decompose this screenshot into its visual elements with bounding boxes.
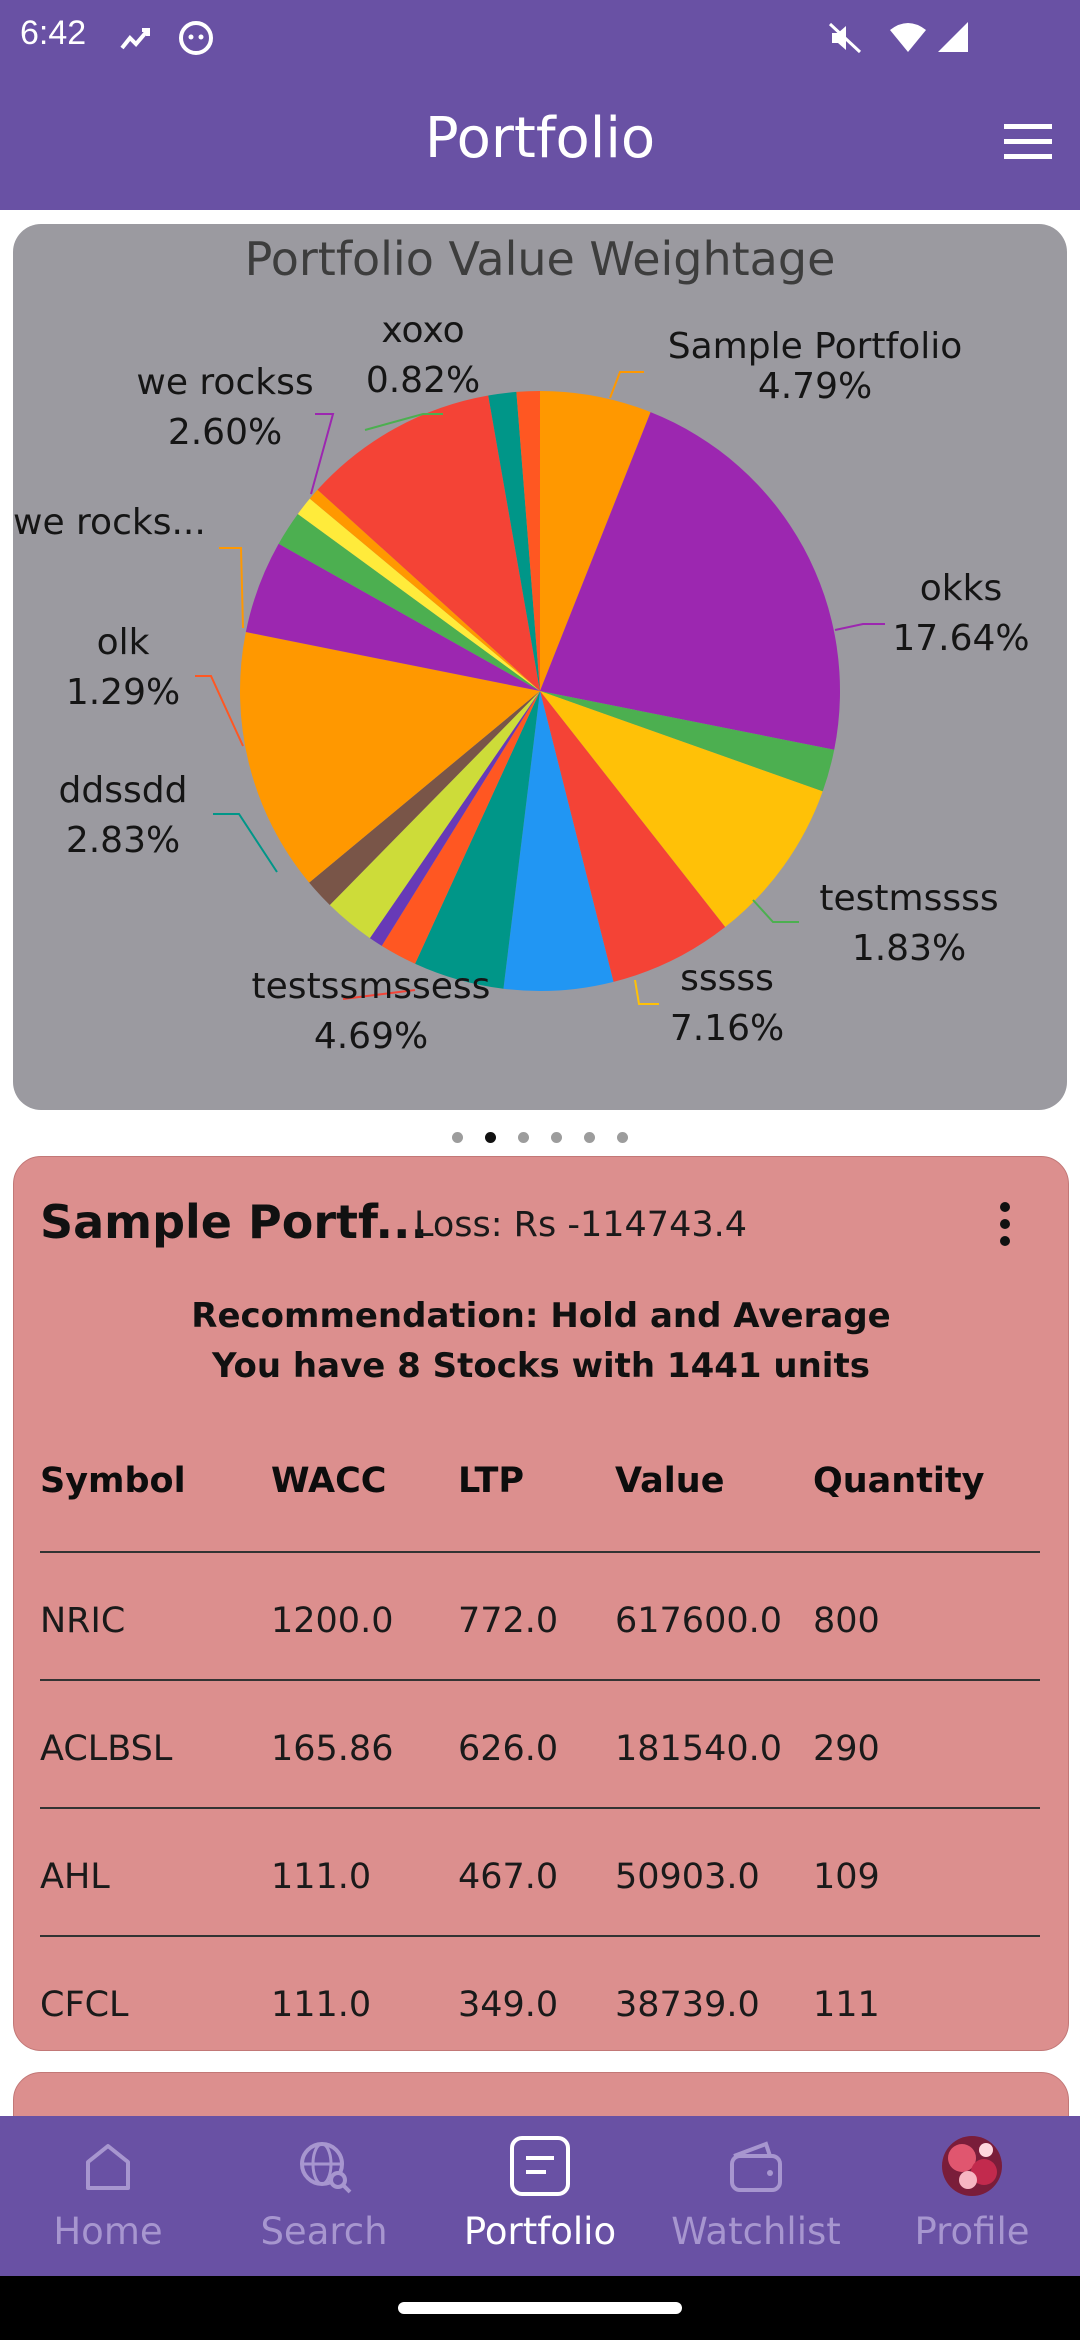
slice-pct-sssss: 7.16% xyxy=(670,1008,784,1049)
cell-quantity: 800 xyxy=(813,1601,880,1641)
carousel-dot[interactable] xyxy=(452,1132,463,1143)
search-globe-icon xyxy=(300,2142,352,2194)
gesture-navigation-bar xyxy=(0,2276,1080,2340)
slice-pct-ddssdd: 2.83% xyxy=(66,820,180,861)
slice-pct-we-rockss: 2.60% xyxy=(168,412,282,453)
carousel-dot[interactable] xyxy=(551,1132,562,1143)
carousel-dot[interactable] xyxy=(518,1132,529,1143)
slice-label-ddssdd: ddssdd xyxy=(59,770,188,811)
status-time: 6:42 xyxy=(20,14,87,52)
table-row[interactable]: ACLBSL 165.86 626.0 181540.0 290 xyxy=(40,1681,1040,1809)
slice-label-xoxo: xoxo xyxy=(381,310,464,351)
wallet-icon xyxy=(730,2141,782,2192)
slice-pct-testmssss: 1.83% xyxy=(852,928,966,969)
nav-label-watchlist: Watchlist xyxy=(671,2210,841,2253)
cell-symbol: NRIC xyxy=(40,1601,126,1641)
slice-pct-xoxo: 0.82% xyxy=(366,360,480,401)
slice-label-we-rocks-truncated: we rocks... xyxy=(13,502,206,543)
trend-icon xyxy=(120,28,150,50)
bottom-navigation: Home Search Portfolio Watchlist Profile xyxy=(0,2116,1080,2276)
column-header-ltp: LTP xyxy=(458,1461,525,1501)
cell-wacc: 111.0 xyxy=(271,1857,372,1897)
carousel-dot[interactable] xyxy=(584,1132,595,1143)
column-header-symbol: Symbol xyxy=(40,1461,186,1501)
slice-pct-testssmssess: 4.69% xyxy=(314,1016,428,1057)
slice-label-okks: okks xyxy=(920,568,1002,609)
portfolio-icon xyxy=(510,2136,570,2196)
page-title: Portfolio xyxy=(424,106,656,171)
nav-portfolio[interactable]: Portfolio xyxy=(432,2116,648,2276)
slice-label-testssmssess: testssmssess xyxy=(252,966,491,1007)
slice-label-sample-portfolio: Sample Portfolio xyxy=(668,326,963,367)
table-row[interactable]: AHL 111.0 467.0 50903.0 109 xyxy=(40,1809,1040,1937)
cell-ltp: 626.0 xyxy=(458,1729,559,1769)
cell-wacc: 111.0 xyxy=(271,1985,372,2025)
portfolio-weightage-chart[interactable]: Portfolio Value Weightage Sample Portfol… xyxy=(13,224,1067,1110)
holdings-summary: You have 8 Stocks with 1441 units xyxy=(212,1346,870,1386)
carousel-dots xyxy=(0,1132,1080,1152)
column-header-value: Value xyxy=(615,1461,725,1501)
cell-symbol: ACLBSL xyxy=(40,1729,173,1769)
recommendation-text: Recommendation: Hold and Average xyxy=(191,1296,891,1336)
slice-label-olk: olk xyxy=(97,622,150,663)
nav-label-home: Home xyxy=(53,2210,163,2253)
cell-quantity: 111 xyxy=(813,1985,880,2025)
pie-chart: Sample Portfolio 4.79% okks 17.64% testm… xyxy=(13,310,1030,1057)
table-row[interactable]: NRIC 1200.0 772.0 617600.0 800 xyxy=(40,1553,1040,1681)
menu-icon[interactable] xyxy=(998,112,1058,172)
nav-profile[interactable]: Profile xyxy=(864,2116,1080,2276)
cell-symbol: CFCL xyxy=(40,1985,129,2025)
cell-value: 38739.0 xyxy=(615,1985,760,2025)
cell-value: 50903.0 xyxy=(615,1857,760,1897)
holdings-table: Symbol WACC LTP Value Quantity NRIC 1200… xyxy=(40,1427,1040,2063)
portfolio-card[interactable]: Sample Portf... Loss: Rs -114743.4 Recom… xyxy=(13,1156,1069,2051)
portfolio-loss: Loss: Rs -114743.4 xyxy=(414,1205,747,1245)
app-bar: Portfolio xyxy=(0,74,1080,210)
home-gesture-handle[interactable] xyxy=(398,2302,682,2314)
nav-label-search: Search xyxy=(260,2210,388,2253)
signal-icon xyxy=(938,22,968,52)
home-icon xyxy=(86,2144,130,2190)
recommendation-block: Recommendation: Hold and Average You hav… xyxy=(14,1291,1068,1391)
cell-wacc: 1200.0 xyxy=(271,1601,394,1641)
cell-ltp: 467.0 xyxy=(458,1857,559,1897)
status-bar: 6:42 xyxy=(0,0,1080,74)
cell-value: 617600.0 xyxy=(615,1601,783,1641)
cell-wacc: 165.86 xyxy=(271,1729,394,1769)
wifi-icon xyxy=(890,23,926,52)
slice-pct-okks: 17.64% xyxy=(892,618,1029,659)
avatar xyxy=(942,2136,1002,2196)
mute-icon xyxy=(828,22,862,54)
carousel-dot[interactable] xyxy=(617,1132,628,1143)
cell-quantity: 109 xyxy=(813,1857,880,1897)
cell-symbol: AHL xyxy=(40,1857,110,1897)
portfolio-name: Sample Portf... xyxy=(40,1195,428,1249)
slice-pct-olk: 1.29% xyxy=(66,672,180,713)
slice-label-testmssss: testmssss xyxy=(819,878,998,919)
carousel-dot[interactable] xyxy=(485,1132,496,1143)
column-header-wacc: WACC xyxy=(271,1461,387,1501)
nav-home[interactable]: Home xyxy=(0,2116,216,2276)
slice-pct-sample-portfolio: 4.79% xyxy=(758,366,872,407)
cell-ltp: 772.0 xyxy=(458,1601,559,1641)
cell-quantity: 290 xyxy=(813,1729,880,1769)
table-header: Symbol WACC LTP Value Quantity xyxy=(40,1427,1040,1553)
column-header-quantity: Quantity xyxy=(813,1461,985,1501)
nav-label-portfolio: Portfolio xyxy=(463,2210,617,2253)
slice-label-sssss: sssss xyxy=(680,958,774,999)
cell-value: 181540.0 xyxy=(615,1729,783,1769)
cell-ltp: 349.0 xyxy=(458,1985,559,2025)
nav-search[interactable]: Search xyxy=(216,2116,432,2276)
more-options-icon[interactable] xyxy=(998,1201,1012,1247)
slice-label-we-rockss: we rockss xyxy=(136,362,313,403)
nav-watchlist[interactable]: Watchlist xyxy=(648,2116,864,2276)
nav-label-profile: Profile xyxy=(914,2210,1030,2253)
table-row[interactable]: CFCL 111.0 349.0 38739.0 111 xyxy=(40,1937,1040,2063)
app-badge-icon xyxy=(179,21,213,55)
